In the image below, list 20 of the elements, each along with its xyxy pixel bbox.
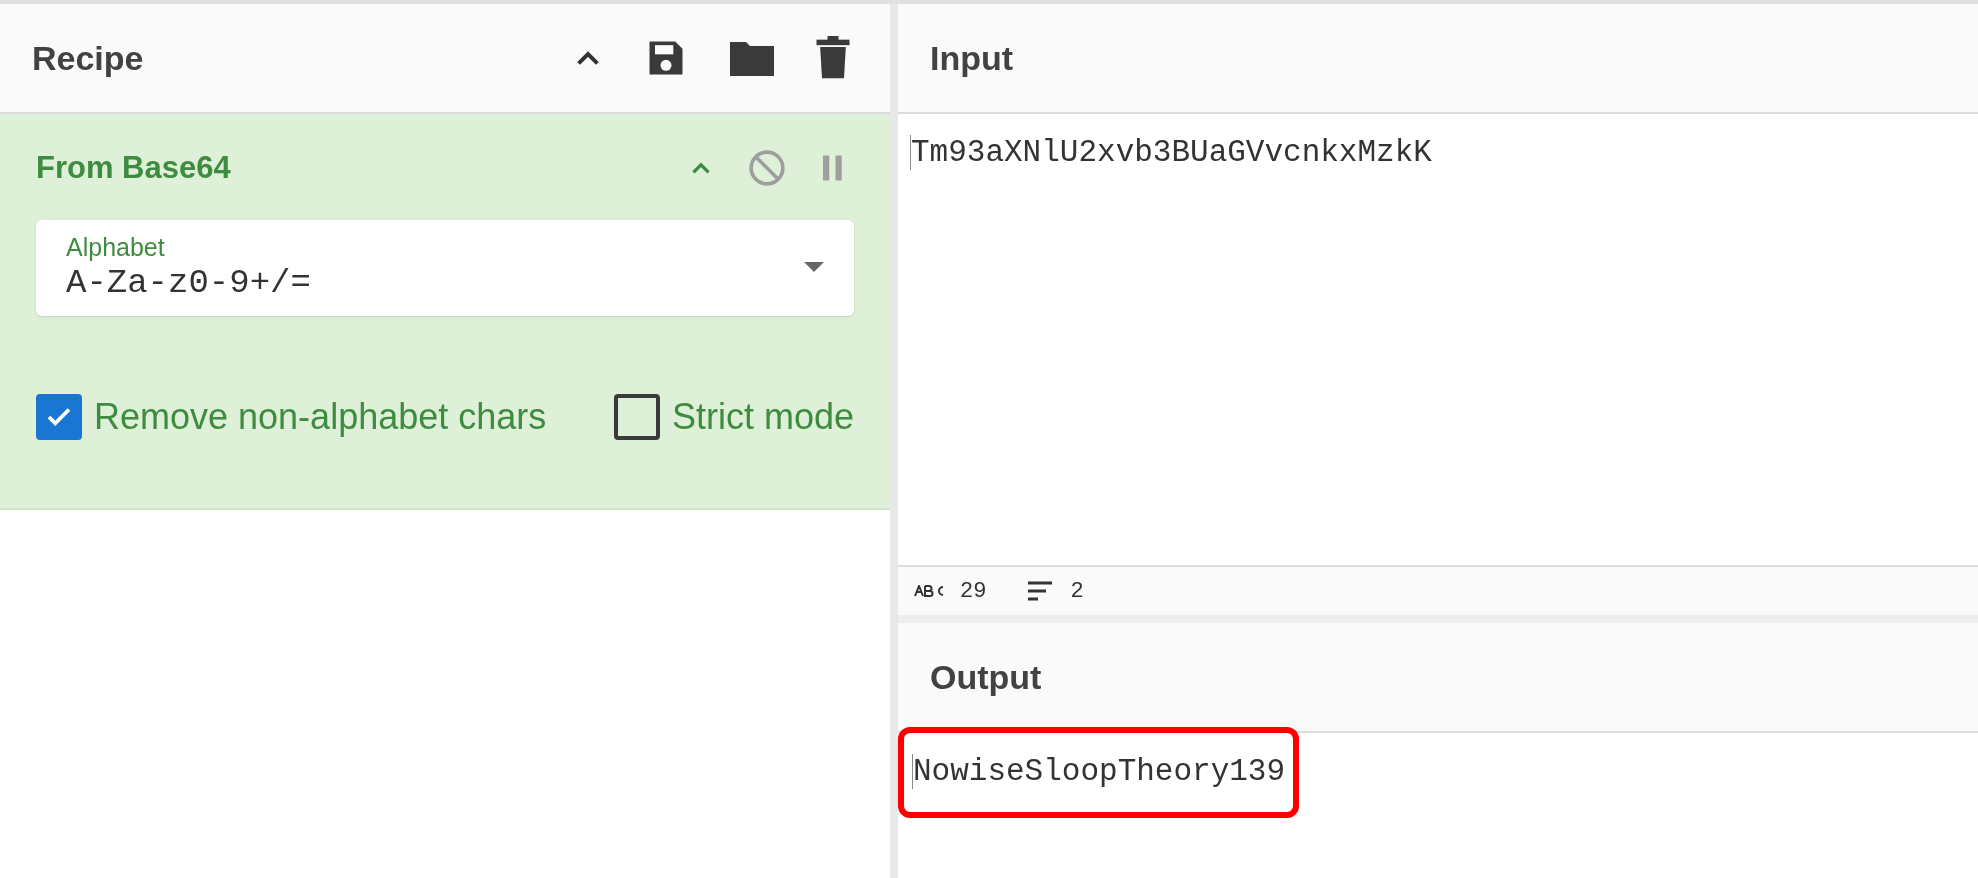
character-count: 29 [960, 577, 987, 606]
checkbox[interactable] [613, 394, 660, 440]
checkbox-label: Remove non-alphabet chars [94, 395, 547, 439]
input-area[interactable]: Tm93aXNlU2xvb3BUaGVvcnkxMzkK [898, 114, 1978, 565]
panel-title: Recipe [32, 37, 144, 79]
delete-icon[interactable] [816, 36, 850, 80]
line-count: 2 [1070, 577, 1084, 606]
checkbox[interactable] [36, 394, 82, 440]
output-text: NowiseSloopTheory139 [912, 754, 1286, 789]
panel-title: Input [930, 37, 1014, 79]
input-text: Tm93aXNlU2xvb3BUaGVvcnkxMzkK [910, 135, 1432, 170]
lines-icon [1026, 580, 1055, 602]
dropdown-caret-icon [804, 262, 824, 274]
field-label: Alphabet [66, 232, 166, 262]
alphabet-dropdown[interactable]: Alphabet A-Za-z0-9+/= [36, 220, 854, 316]
checkbox-label: Strict mode [671, 395, 854, 439]
panel-title: Output [930, 656, 1042, 698]
characters-icon [914, 585, 944, 597]
operation-title: From Base64 [36, 148, 231, 187]
field-value: A-Za-z0-9+/= [66, 263, 311, 304]
